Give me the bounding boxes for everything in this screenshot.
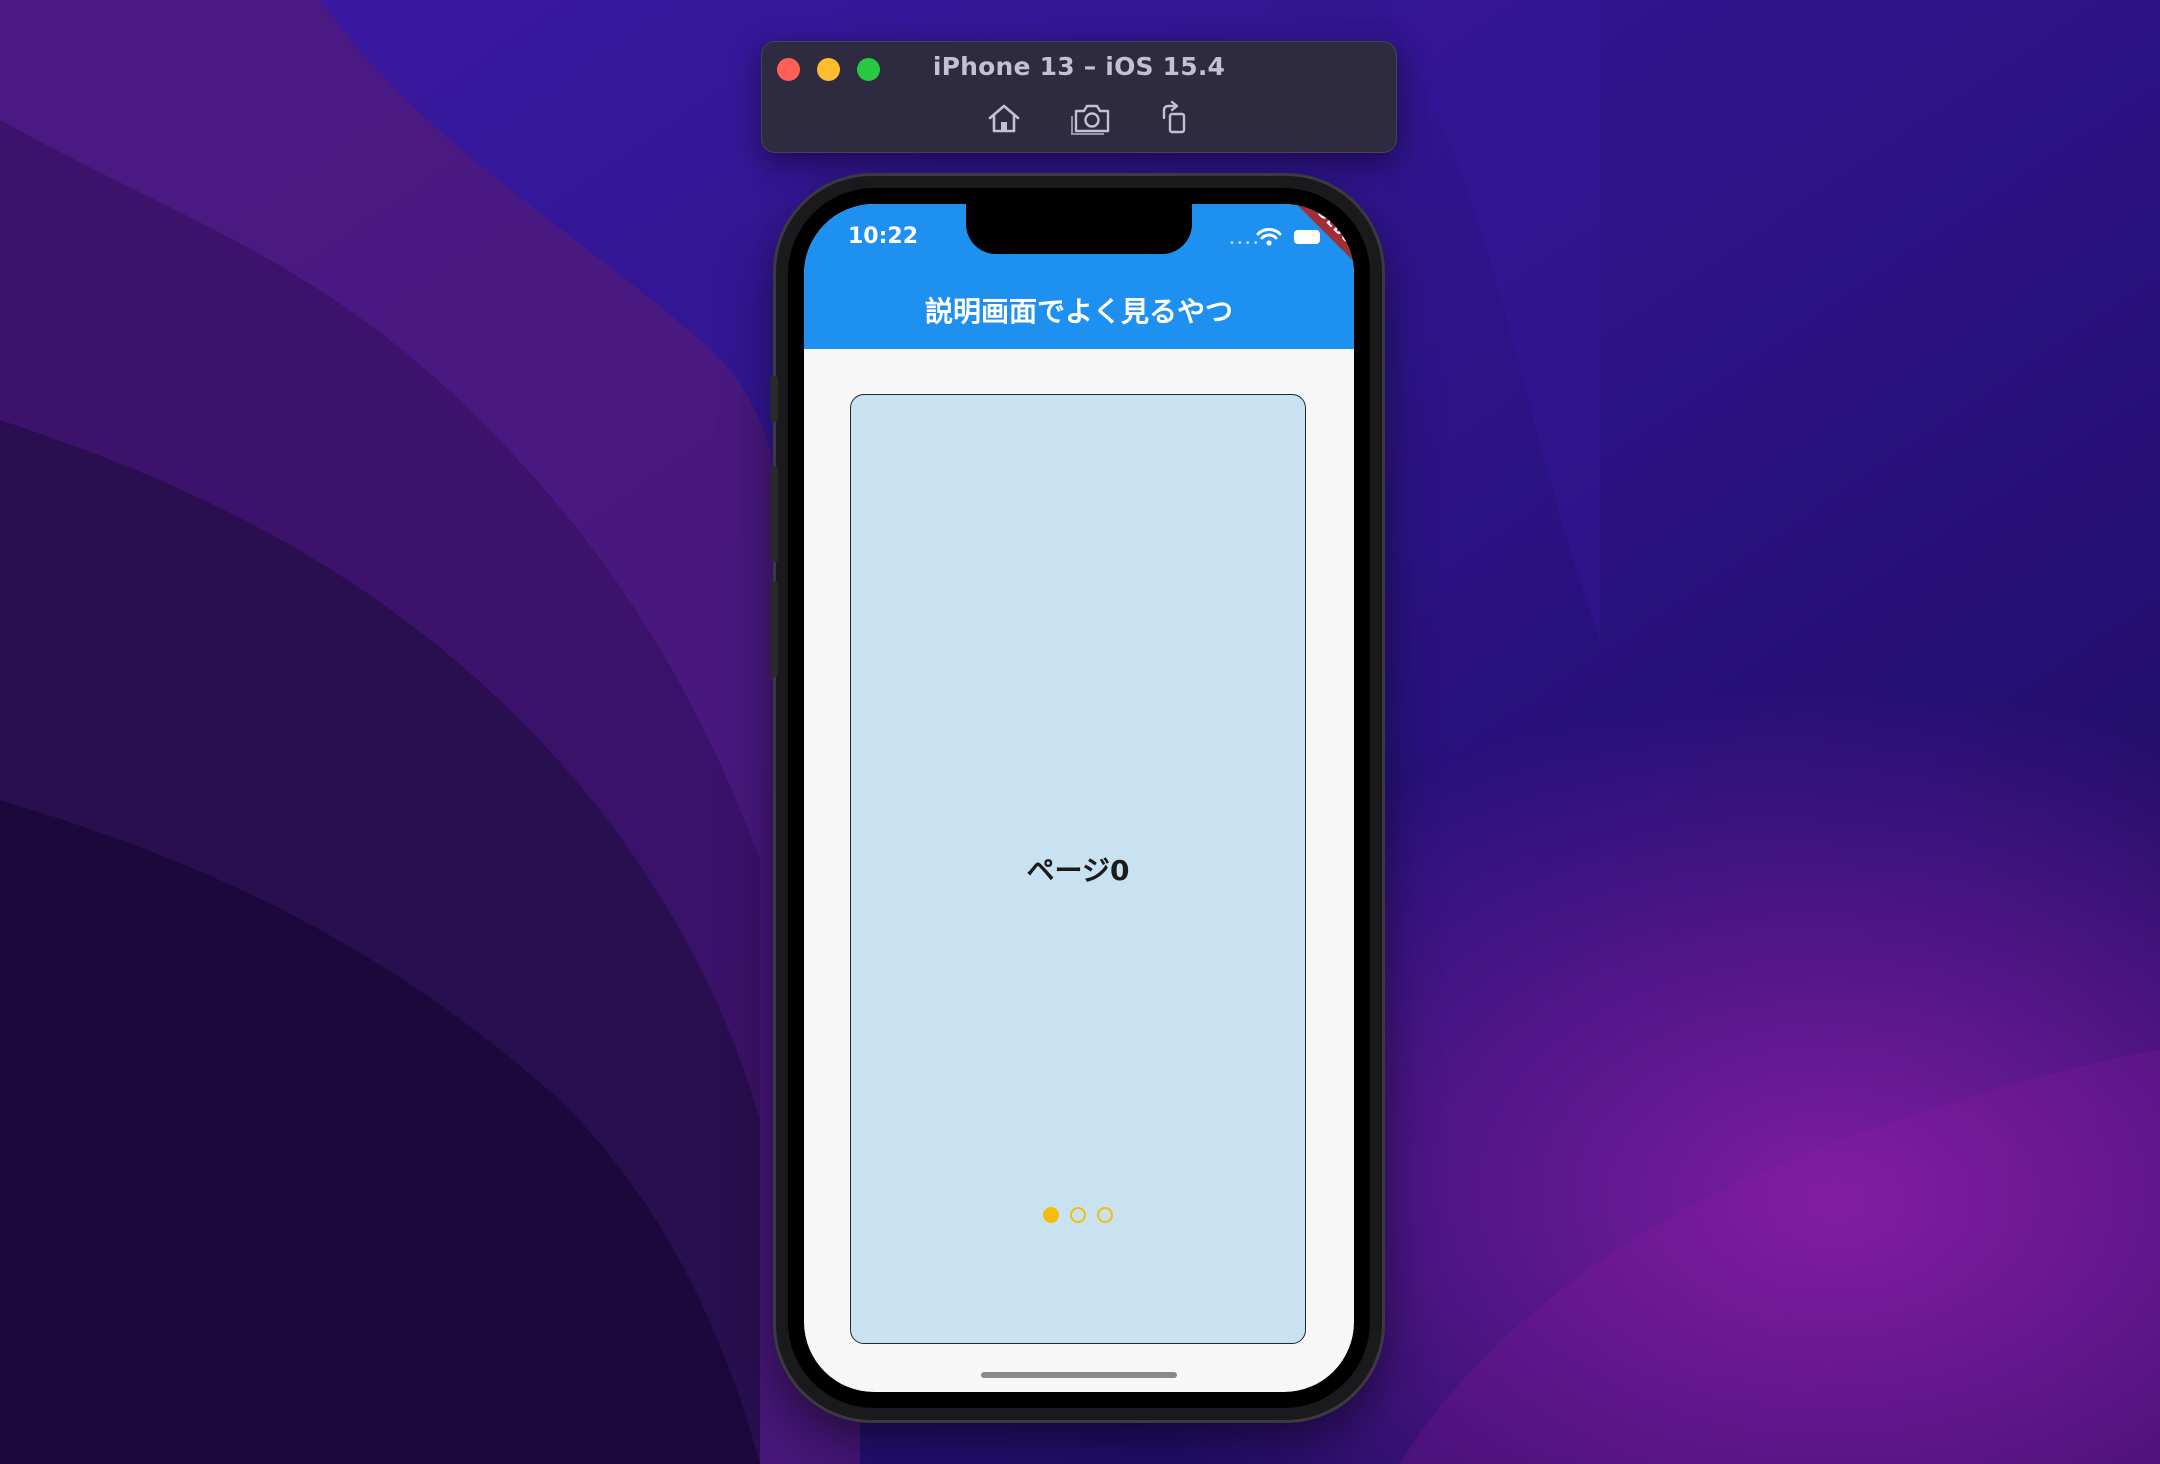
app-bar: 10:22 •••• DEBUG 説明画面でよく見るやつ [804, 204, 1354, 349]
page-indicator [851, 1207, 1305, 1223]
status-time: 10:22 [848, 224, 919, 249]
phone-screen: 10:22 •••• DEBUG 説明画面でよく見るやつ ページ0 [804, 204, 1354, 1392]
volume-down-button [770, 581, 778, 677]
page-dot-1[interactable] [1070, 1207, 1086, 1223]
rotate-icon[interactable] [1152, 98, 1196, 138]
simulator-window: iPhone 13 – iOS 15.4 [761, 41, 1397, 153]
volume-up-button [770, 466, 778, 562]
home-indicator[interactable] [981, 1372, 1177, 1378]
page-dot-2[interactable] [1097, 1207, 1113, 1223]
simulator-title: iPhone 13 – iOS 15.4 [932, 52, 1226, 81]
wifi-icon [1256, 228, 1282, 246]
notch [966, 204, 1192, 254]
home-icon[interactable] [982, 98, 1026, 138]
page-label: ページ0 [1026, 854, 1130, 887]
silent-switch [770, 376, 778, 422]
debug-banner: DEBUG [1285, 204, 1354, 285]
app-bar-title: 説明画面でよく見るやつ [924, 295, 1233, 328]
page-view[interactable]: ページ0 [850, 394, 1306, 1344]
page-dot-0[interactable] [1043, 1207, 1059, 1223]
battery-icon [1294, 230, 1320, 244]
screenshot-icon[interactable] [1070, 98, 1114, 138]
